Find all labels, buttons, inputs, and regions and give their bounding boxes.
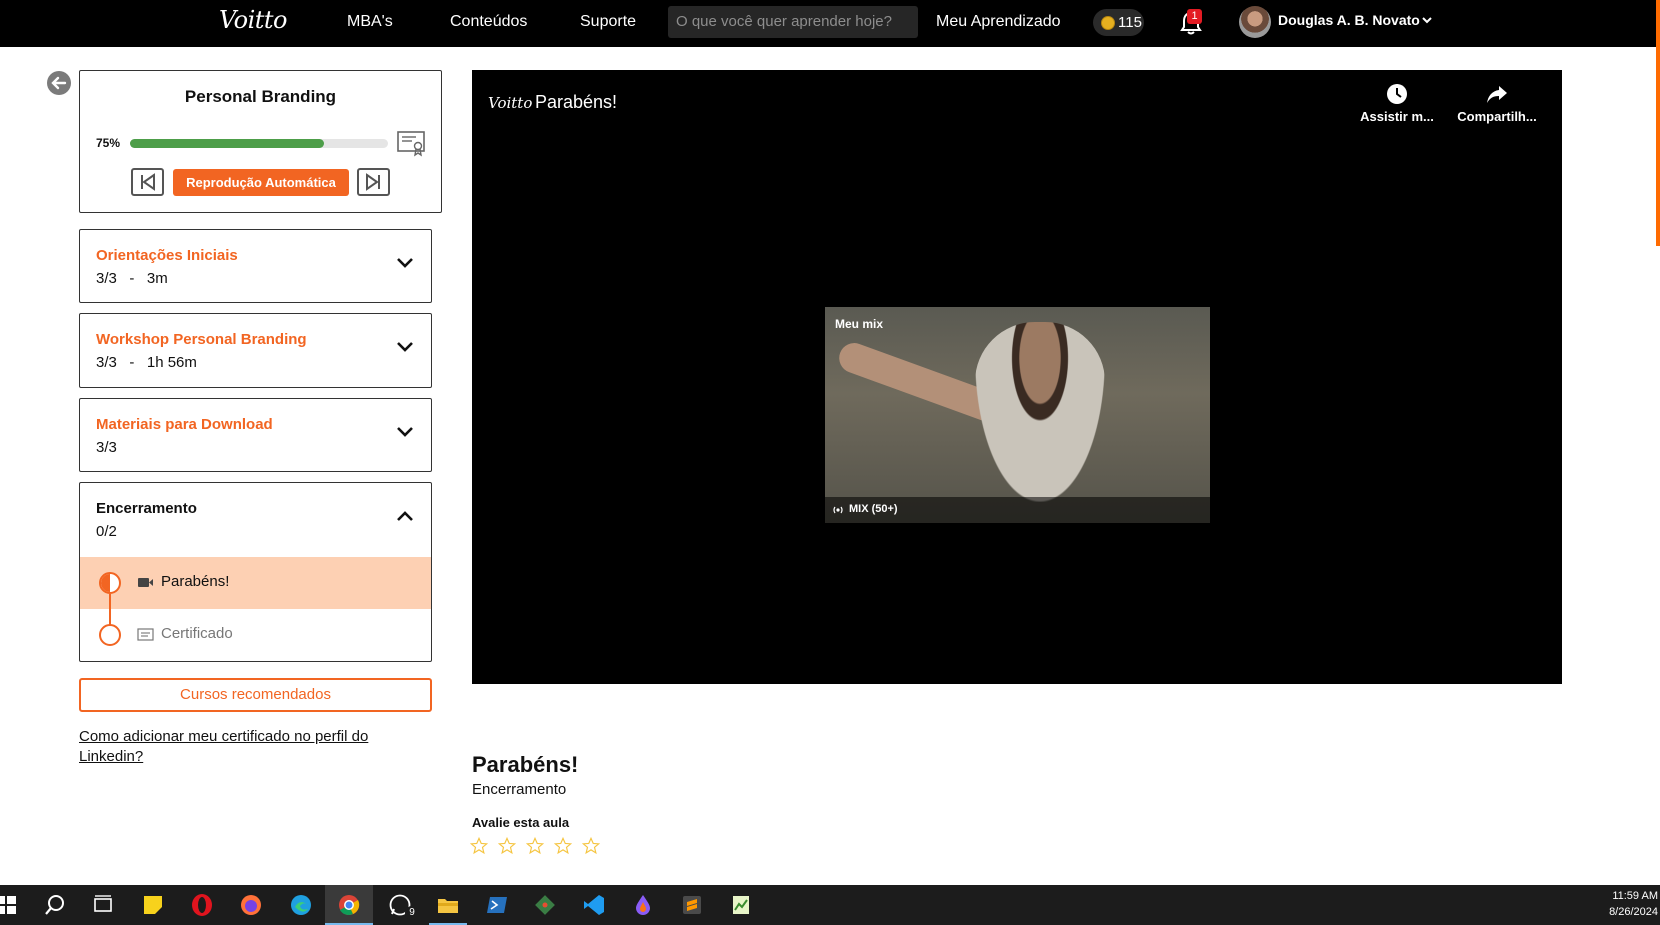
progress-percent: 75% bbox=[96, 136, 121, 150]
section-progress: 3/3 - 3m bbox=[96, 270, 168, 287]
clock-icon bbox=[1387, 84, 1407, 104]
search-icon[interactable] bbox=[43, 893, 67, 917]
share-button[interactable]: Compartilh... bbox=[1452, 83, 1542, 124]
coins-badge[interactable]: 115 bbox=[1093, 9, 1144, 36]
colorful-drop-icon[interactable] bbox=[631, 893, 655, 917]
player-logo: Voitto bbox=[488, 94, 533, 112]
previous-lesson-button[interactable] bbox=[131, 168, 164, 196]
firefox-icon[interactable] bbox=[239, 893, 263, 917]
top-nav: Voitto MBA's Conteúdos Suporte O que voc… bbox=[0, 0, 1660, 47]
nav-link-mbas[interactable]: MBA's bbox=[347, 13, 393, 31]
chevron-down-icon[interactable] bbox=[1421, 14, 1433, 26]
course-title: Personal Branding bbox=[184, 87, 337, 106]
edge-icon[interactable] bbox=[289, 893, 313, 917]
system-clock[interactable]: 11:59 AM 8/26/2024 bbox=[1600, 888, 1658, 920]
taskbar: 9 11:59 AM 8/26/2024 bbox=[0, 885, 1660, 925]
progress-bar bbox=[130, 139, 388, 148]
section-title: Encerramento bbox=[96, 500, 197, 517]
progress-bar-fill bbox=[130, 139, 324, 148]
voitto-logo[interactable]: Voitto bbox=[219, 6, 288, 34]
scrollbar[interactable] bbox=[1656, 0, 1660, 246]
section-materiais[interactable]: Materiais para Download 3/3 bbox=[79, 398, 432, 472]
autoplay-button[interactable]: Reprodução Automática bbox=[173, 169, 349, 196]
opera-icon[interactable] bbox=[190, 893, 214, 917]
video-icon bbox=[138, 578, 153, 587]
file-explorer-icon[interactable] bbox=[436, 893, 460, 917]
thumbnail-footer: MIX (50+) bbox=[825, 497, 1210, 523]
video-player[interactable]: Voitto Parabéns! Assistir m... Compartil… bbox=[472, 70, 1562, 684]
lesson-progress-icon bbox=[99, 572, 121, 594]
section-progress: 0/2 bbox=[96, 523, 117, 540]
star-icon[interactable] bbox=[470, 837, 488, 855]
section-workshop[interactable]: Workshop Personal Branding 3/3 - 1h 56m bbox=[79, 313, 432, 388]
arrow-left-icon bbox=[51, 76, 67, 90]
chevron-down-icon[interactable] bbox=[396, 425, 414, 439]
certificate-icon[interactable] bbox=[396, 129, 426, 157]
skip-next-icon bbox=[366, 173, 380, 191]
sublime-text-icon[interactable] bbox=[680, 893, 704, 917]
watch-later-button[interactable]: Assistir m... bbox=[1352, 83, 1442, 124]
lesson-progress-icon bbox=[99, 624, 121, 646]
lesson-heading: Parabéns! bbox=[472, 752, 579, 777]
coins-count: 115 bbox=[1118, 14, 1142, 31]
lesson-item-parabens[interactable]: Parabéns! bbox=[80, 557, 431, 609]
notification-badge: 1 bbox=[1187, 9, 1202, 24]
task-view-icon[interactable] bbox=[91, 893, 115, 917]
section-title: Materiais para Download bbox=[96, 416, 273, 433]
section-progress: 3/3 bbox=[96, 439, 117, 456]
share-label: Compartilh... bbox=[1457, 109, 1537, 124]
chrome-icon[interactable] bbox=[337, 893, 361, 917]
search-input[interactable]: O que você quer aprender hoje? bbox=[668, 6, 918, 38]
lesson-label: Parabéns! bbox=[161, 573, 230, 590]
clock-time: 11:59 AM bbox=[1612, 890, 1658, 902]
section-orientacoes-iniciais[interactable]: Orientações Iniciais 3/3 - 3m bbox=[79, 229, 432, 303]
skip-previous-icon bbox=[141, 173, 155, 191]
watch-later-label: Assistir m... bbox=[1360, 109, 1434, 124]
lesson-section: Encerramento bbox=[472, 781, 567, 798]
broadcast-icon bbox=[833, 506, 843, 514]
user-name[interactable]: Douglas A. B. Novato bbox=[1278, 12, 1420, 28]
video-thumbnail[interactable]: Meu mix MIX (50+) bbox=[825, 307, 1210, 523]
thumbnail-image bbox=[975, 322, 1105, 502]
star-icon[interactable] bbox=[554, 837, 572, 855]
star-icon[interactable] bbox=[582, 837, 600, 855]
linkedin-help-link[interactable]: Como adicionar meu certificado no perfil… bbox=[79, 727, 409, 767]
mix-title: Meu mix bbox=[835, 317, 884, 331]
chevron-down-icon[interactable] bbox=[396, 340, 414, 354]
lesson-item-certificado[interactable]: Certificado bbox=[80, 609, 431, 661]
avatar[interactable] bbox=[1239, 6, 1271, 38]
chevron-down-icon[interactable] bbox=[396, 256, 414, 270]
chevron-up-icon[interactable] bbox=[396, 509, 414, 523]
video-title: Parabéns! bbox=[535, 92, 618, 112]
git-icon[interactable] bbox=[533, 893, 557, 917]
star-icon[interactable] bbox=[526, 837, 544, 855]
rate-label: Avalie esta aula bbox=[472, 815, 570, 830]
clock-date: 8/26/2024 bbox=[1609, 906, 1658, 918]
lesson-label: Certificado bbox=[161, 625, 233, 642]
windows-start-icon[interactable] bbox=[0, 893, 18, 917]
nav-link-meu-aprendizado[interactable]: Meu Aprendizado bbox=[936, 13, 1061, 31]
vscode-icon[interactable] bbox=[582, 893, 606, 917]
section-title: Orientações Iniciais bbox=[96, 247, 238, 264]
star-icon[interactable] bbox=[498, 837, 516, 855]
coin-icon bbox=[1101, 16, 1115, 30]
nav-link-conteudos[interactable]: Conteúdos bbox=[450, 13, 527, 31]
section-title: Workshop Personal Branding bbox=[96, 331, 307, 348]
notepad-icon[interactable] bbox=[729, 893, 753, 917]
rating-stars bbox=[470, 837, 610, 860]
next-lesson-button[interactable] bbox=[357, 168, 390, 196]
course-card: Personal Branding 75% Reprodução Automát… bbox=[79, 70, 442, 213]
share-icon bbox=[1487, 86, 1507, 103]
back-button[interactable] bbox=[47, 71, 71, 95]
nav-link-suporte[interactable]: Suporte bbox=[580, 13, 636, 31]
recommended-courses-button[interactable]: Cursos recomendados bbox=[79, 678, 432, 712]
section-progress: 3/3 - 1h 56m bbox=[96, 354, 197, 371]
mix-count: MIX (50+) bbox=[849, 503, 898, 515]
powershell-icon[interactable] bbox=[485, 893, 509, 917]
sticky-notes-icon[interactable] bbox=[141, 893, 165, 917]
section-encerramento[interactable]: Encerramento 0/2 Parabéns! Certificado bbox=[79, 482, 432, 662]
document-icon bbox=[137, 628, 154, 641]
whatsapp-badge: 9 bbox=[405, 906, 419, 920]
